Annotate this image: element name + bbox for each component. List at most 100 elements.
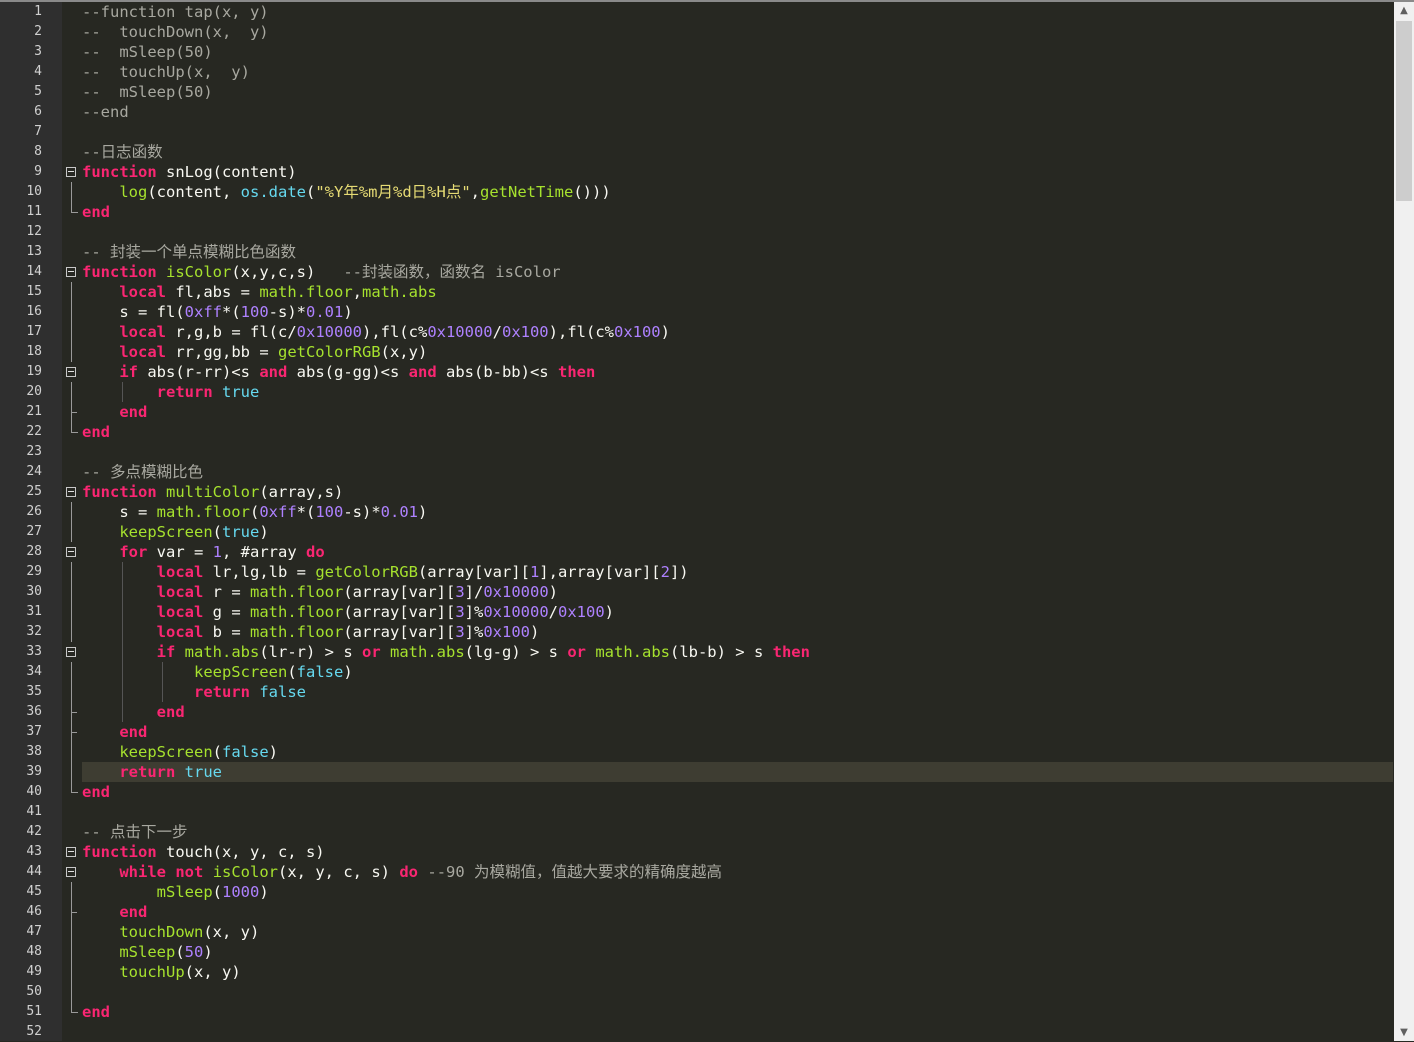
code-token: 100: [315, 503, 344, 521]
scroll-down-arrow-icon[interactable]: ▼: [1394, 1024, 1414, 1041]
fold-end-tick: [71, 712, 77, 713]
code-line[interactable]: 9 function snLog(content): [0, 162, 1393, 182]
code-editor[interactable]: 1 --function tap(x, y) 2 -- touchDown(x, y)…: [0, 0, 1414, 1041]
code-line[interactable]: 44 while not isColor(x, y, c, s) do --90…: [0, 862, 1393, 882]
code-line[interactable]: 15 local fl,abs = math.floor,math.abs: [0, 282, 1393, 302]
code-line[interactable]: 51 end: [0, 1002, 1393, 1022]
code-line[interactable]: 38 keepScreen(false): [0, 742, 1393, 762]
code-line[interactable]: 23: [0, 442, 1393, 462]
code-token: rr,gg,bb =: [166, 343, 278, 361]
line-number: 21: [26, 404, 42, 419]
code-line[interactable]: 50: [0, 982, 1393, 1002]
code-line[interactable]: 24 -- 多点模糊比色: [0, 462, 1393, 482]
code-line[interactable]: 26 s = math.floor(0xff*(100-s)*0.01): [0, 502, 1393, 522]
code-line[interactable]: 12: [0, 222, 1393, 242]
fold-guide-line: [71, 502, 72, 522]
code-token: end: [82, 1003, 110, 1021]
code-token: (array[var][: [343, 623, 456, 641]
code-text: s = fl(0xff*(100-s)*0.01): [82, 302, 352, 322]
code-line[interactable]: 21 end: [0, 402, 1393, 422]
code-token: ]%: [464, 603, 484, 621]
scroll-up-arrow-icon[interactable]: ▲: [1394, 2, 1414, 19]
line-number: 4: [34, 64, 42, 79]
fold-toggle-icon[interactable]: [66, 487, 76, 497]
code-line[interactable]: 17 local r,g,b = fl(c/0x10000),fl(c%0x10…: [0, 322, 1393, 342]
fold-toggle-icon[interactable]: [66, 267, 76, 277]
code-line[interactable]: 52: [0, 1022, 1393, 1042]
code-text: mSleep(1000): [82, 882, 269, 902]
code-text: while not isColor(x, y, c, s) do --90 为模…: [82, 862, 722, 882]
fold-guide-line: [71, 382, 72, 402]
code-line[interactable]: 22 end: [0, 422, 1393, 442]
code-line[interactable]: 13 -- 封装一个单点模糊比色函数: [0, 242, 1393, 262]
code-line[interactable]: 4 -- touchUp(x, y): [0, 62, 1393, 82]
code-line[interactable]: 28 for var = 1, #array do: [0, 542, 1393, 562]
line-number: 22: [26, 424, 42, 439]
code-line[interactable]: 8 --日志函数: [0, 142, 1393, 162]
code-text: local lr,lg,lb = getColorRGB(array[var][…: [82, 562, 689, 582]
code-line[interactable]: 31 local g = math.floor(array[var][3]%0x…: [0, 602, 1393, 622]
fold-toggle-icon[interactable]: [66, 167, 76, 177]
code-text: end: [82, 722, 147, 742]
code-line[interactable]: 43 function touch(x, y, c, s): [0, 842, 1393, 862]
code-line[interactable]: 37 end: [0, 722, 1393, 742]
code-line[interactable]: 32 local b = math.floor(array[var][3]%0x…: [0, 622, 1393, 642]
code-line[interactable]: 49 touchUp(x, y): [0, 962, 1393, 982]
code-token: 0x100: [558, 603, 605, 621]
code-line[interactable]: 48 mSleep(50): [0, 942, 1393, 962]
fold-toggle-icon[interactable]: [66, 847, 76, 857]
code-line[interactable]: 3 -- mSleep(50): [0, 42, 1393, 62]
code-text: touchDown(x, y): [82, 922, 259, 942]
code-token: fl,abs =: [166, 283, 260, 301]
code-text: for var = 1, #array do: [82, 542, 324, 562]
code-line[interactable]: 10 log(content, os.date("%Y年%m月%d日%H点",g…: [0, 182, 1393, 202]
code-line[interactable]: 14 function isColor(x,y,c,s) --封装函数，函数名 i…: [0, 262, 1393, 282]
code-line[interactable]: 35 return false: [0, 682, 1393, 702]
code-line[interactable]: 33 if math.abs(lr-r) > s or math.abs(lg-…: [0, 642, 1393, 662]
code-token: os.date: [240, 183, 306, 201]
code-text: log(content, os.date("%Y年%m月%d日%H点",getN…: [82, 182, 610, 202]
code-line[interactable]: 11 end: [0, 202, 1393, 222]
code-line[interactable]: 36 end: [0, 702, 1393, 722]
code-token: function: [82, 843, 157, 861]
code-line[interactable]: 7: [0, 122, 1393, 142]
fold-toggle-icon[interactable]: [66, 367, 76, 377]
code-text: s = math.floor(0xff*(100-s)*0.01): [82, 502, 427, 522]
code-text: end: [82, 702, 185, 722]
code-line[interactable]: 25 function multiColor(array,s): [0, 482, 1393, 502]
line-number: 19: [26, 364, 42, 379]
code-token: (array[var][: [343, 583, 456, 601]
code-line[interactable]: 1 --function tap(x, y): [0, 2, 1393, 22]
code-line[interactable]: 5 -- mSleep(50): [0, 82, 1393, 102]
code-line[interactable]: 6 --end: [0, 102, 1393, 122]
code-token: s =: [82, 503, 157, 521]
code-line[interactable]: 29 local lr,lg,lb = getColorRGB(array[va…: [0, 562, 1393, 582]
code-line[interactable]: 47 touchDown(x, y): [0, 922, 1393, 942]
code-line[interactable]: 30 local r = math.floor(array[var][3]/0x…: [0, 582, 1393, 602]
code-line[interactable]: 46 end: [0, 902, 1393, 922]
vertical-scrollbar[interactable]: ▲ ▼: [1394, 2, 1414, 1041]
code-line[interactable]: 20 return true: [0, 382, 1393, 402]
scrollbar-thumb[interactable]: [1396, 21, 1412, 201]
line-number: 46: [26, 904, 42, 919]
code-line[interactable]: 18 local rr,gg,bb = getColorRGB(x,y): [0, 342, 1393, 362]
code-line[interactable]: 45 mSleep(1000): [0, 882, 1393, 902]
code-token: (: [175, 943, 185, 961]
fold-toggle-icon[interactable]: [66, 547, 76, 557]
code-token: touch(x, y, c, s): [156, 843, 325, 861]
code-line[interactable]: 27 keepScreen(true): [0, 522, 1393, 542]
fold-toggle-icon[interactable]: [66, 867, 76, 877]
code-line[interactable]: 19 if abs(r-rr)<s and abs(g-gg)<s and ab…: [0, 362, 1393, 382]
code-line[interactable]: 39 return true: [0, 762, 1393, 782]
code-line[interactable]: 42 -- 点击下一步: [0, 822, 1393, 842]
code-line[interactable]: 34 keepScreen(false): [0, 662, 1393, 682]
code-text: function snLog(content): [82, 162, 297, 182]
code-line[interactable]: 2 -- touchDown(x, y): [0, 22, 1393, 42]
code-line[interactable]: 40 end: [0, 782, 1393, 802]
code-token: keepScreen: [193, 663, 288, 681]
code-line[interactable]: 41: [0, 802, 1393, 822]
code-line[interactable]: 16 s = fl(0xff*(100-s)*0.01): [0, 302, 1393, 322]
fold-toggle-icon[interactable]: [66, 647, 76, 657]
code-area[interactable]: 1 --function tap(x, y) 2 -- touchDown(x, y)…: [0, 2, 1393, 1042]
line-number: 13: [26, 244, 42, 259]
